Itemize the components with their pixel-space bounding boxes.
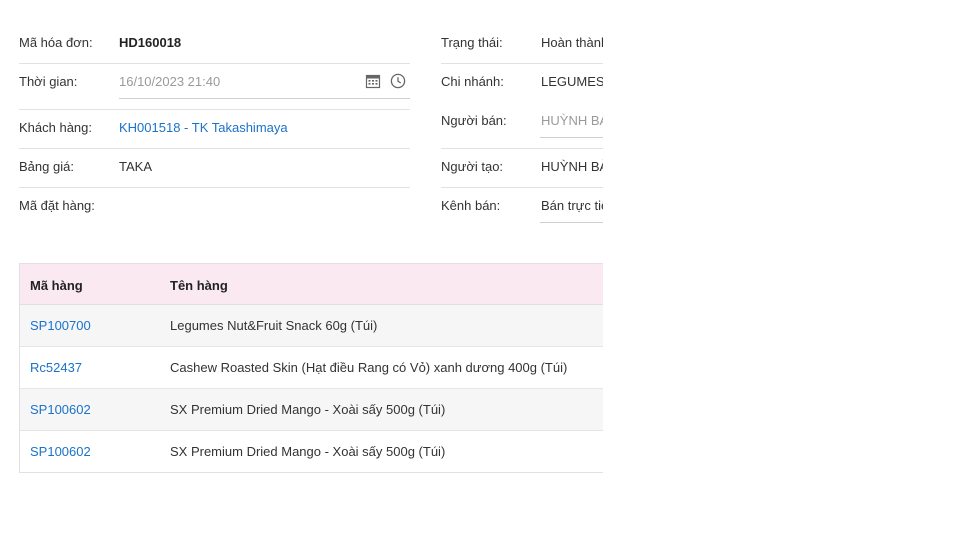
invoice-time-input[interactable]: 16/10/2023 21:40 — [119, 74, 220, 89]
customer-field: Khách hàng: KH001518 - TK Takashimaya — [19, 109, 410, 148]
product-code-link[interactable]: Rc52437 — [30, 360, 82, 375]
table-header: Mã hàng Tên hàng — [20, 264, 603, 305]
channel-underline — [540, 222, 603, 223]
channel-select[interactable]: Bán trực tiế — [541, 198, 603, 213]
clock-icon[interactable] — [390, 73, 406, 89]
order-code-label: Mã đặt hàng: — [19, 198, 95, 213]
calendar-icon[interactable] — [365, 73, 381, 89]
product-name: Legumes Nut&Fruit Snack 60g (Túi) — [170, 318, 378, 333]
status-field: Trạng thái: Hoàn thành — [441, 24, 603, 63]
seller-underline — [540, 137, 603, 138]
creator-value: HUỲNH BẢ — [541, 159, 603, 174]
channel-field: Kênh bán: Bán trực tiế — [441, 187, 603, 226]
product-name: Cashew Roasted Skin (Hạt điều Rang có Vỏ… — [170, 360, 568, 375]
creator-field: Người tạo: HUỲNH BẢ — [441, 148, 603, 187]
pricebook-field: Bảng giá: TAKA — [19, 148, 410, 187]
creator-label: Người tạo: — [441, 159, 504, 174]
product-code-link[interactable]: SP100602 — [30, 402, 91, 417]
product-table: Mã hàng Tên hàng SP100700 Legumes Nut&Fr… — [19, 263, 603, 473]
customer-link[interactable]: KH001518 - TK Takashimaya — [119, 120, 288, 135]
branch-label: Chi nhánh: — [441, 74, 504, 89]
seller-label: Người bán: — [441, 113, 507, 128]
customer-label: Khách hàng: — [19, 120, 93, 135]
column-header-name[interactable]: Tên hàng — [170, 278, 228, 293]
invoice-code-value: HD160018 — [119, 35, 182, 50]
product-code-link[interactable]: SP100700 — [30, 318, 91, 333]
status-value: Hoàn thành — [541, 35, 603, 50]
table-row: Rc52437 Cashew Roasted Skin (Hạt điều Ra… — [20, 347, 603, 389]
channel-label: Kênh bán: — [441, 198, 501, 213]
invoice-code-label: Mã hóa đơn: — [19, 35, 93, 50]
time-input-underline — [119, 98, 410, 99]
product-name: SX Premium Dried Mango - Xoài sấy 500g (… — [170, 402, 446, 417]
status-label: Trạng thái: — [441, 35, 503, 50]
product-name: SX Premium Dried Mango - Xoài sấy 500g (… — [170, 444, 446, 459]
branch-value: LEGUMES — [541, 74, 603, 89]
pricebook-label: Bảng giá: — [19, 159, 74, 174]
table-row: SP100602 SX Premium Dried Mango - Xoài s… — [20, 431, 603, 472]
invoice-panel: Mã hóa đơn: HD160018 Thời gian: 16/10/20… — [0, 0, 603, 540]
pricebook-value: TAKA — [119, 159, 152, 174]
table-row: SP100602 SX Premium Dried Mango - Xoài s… — [20, 389, 603, 431]
product-code-link[interactable]: SP100602 — [30, 444, 91, 459]
order-code-field: Mã đặt hàng: — [19, 187, 410, 226]
invoice-time-field: Thời gian: 16/10/2023 21:40 — [19, 63, 410, 102]
seller-select[interactable]: HUỲNH BẢ — [541, 113, 603, 128]
invoice-time-label: Thời gian: — [19, 74, 78, 89]
invoice-code-field: Mã hóa đơn: HD160018 — [19, 24, 410, 63]
column-header-code[interactable]: Mã hàng — [30, 278, 83, 293]
table-row: SP100700 Legumes Nut&Fruit Snack 60g (Tú… — [20, 305, 603, 347]
seller-field: Người bán: HUỲNH BẢ — [441, 102, 603, 141]
branch-field: Chi nhánh: LEGUMES — [441, 63, 603, 102]
